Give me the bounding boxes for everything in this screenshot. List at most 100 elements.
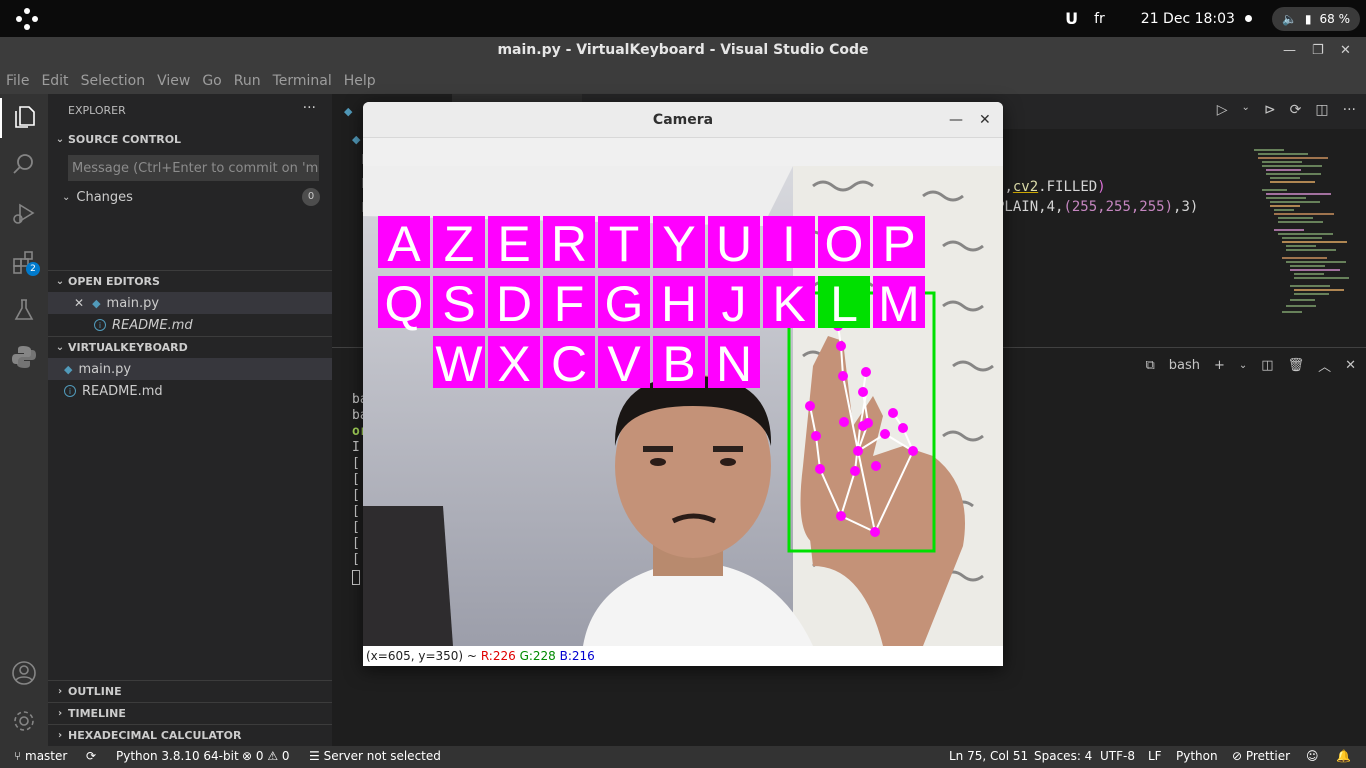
split-editor-icon[interactable]: ◫	[1315, 102, 1328, 118]
virtual-key[interactable]: I	[763, 216, 815, 272]
virtual-key[interactable]: E	[488, 216, 540, 272]
virtual-key[interactable]: B	[653, 336, 705, 392]
virtual-key[interactable]: S	[433, 276, 485, 332]
virtual-key[interactable]: D	[488, 276, 540, 332]
notifications-bell-icon[interactable]: 🔔	[1336, 749, 1351, 763]
menu-file[interactable]: File	[6, 73, 29, 89]
chevron-down-icon[interactable]: ⌄	[1239, 360, 1247, 371]
activity-bar: 2	[0, 94, 48, 746]
language-mode[interactable]: Python	[1176, 749, 1218, 763]
close-icon[interactable]: ✕	[1340, 43, 1351, 58]
manage-gear-icon[interactable]	[11, 708, 37, 734]
split-terminal-icon[interactable]: ◫	[1261, 358, 1273, 373]
virtual-key[interactable]: T	[598, 216, 650, 272]
virtual-key[interactable]: V	[598, 336, 650, 392]
menu-help[interactable]: Help	[344, 73, 376, 89]
server-status[interactable]: ☰ Server not selected	[309, 749, 441, 763]
hex-calculator-header[interactable]: › HEXADECIMAL CALCULATOR	[48, 724, 332, 746]
virtual-key-highlighted[interactable]: L	[818, 276, 870, 332]
minimize-icon[interactable]: —	[1283, 43, 1296, 58]
testing-flask-icon[interactable]	[11, 297, 37, 323]
python-icon[interactable]	[11, 344, 37, 370]
menu-selection[interactable]: Selection	[81, 73, 146, 89]
virtual-key[interactable]: O	[818, 216, 870, 272]
virtual-key[interactable]: M	[873, 276, 925, 332]
virtual-key[interactable]: Y	[653, 216, 705, 272]
virtual-key[interactable]: R	[543, 216, 595, 272]
sync-icon[interactable]: ⟳	[86, 749, 96, 763]
search-icon[interactable]	[11, 151, 37, 177]
code-line[interactable]: PLAIN,4,(255,255,255),3)	[996, 199, 1198, 215]
run-icon[interactable]: ▷	[1217, 102, 1228, 118]
keyboard-layout-indicator[interactable]: fr	[1094, 11, 1105, 27]
explorer-icon[interactable]	[11, 104, 37, 130]
menu-go[interactable]: Go	[202, 73, 221, 89]
app-grid-icon[interactable]	[16, 8, 38, 30]
virtual-key[interactable]: Q	[378, 276, 430, 332]
camera-frame[interactable]: A Z E R T Y U I O P Q S D F G H J K L M …	[363, 166, 1003, 646]
code-line[interactable]: ),cv2.FILLED)	[996, 179, 1106, 195]
virtual-key[interactable]: G	[598, 276, 650, 332]
new-terminal-icon[interactable]: +	[1214, 358, 1225, 373]
virtual-key[interactable]: A	[378, 216, 430, 272]
error-count: 0	[255, 749, 264, 763]
virtual-key[interactable]: H	[653, 276, 705, 332]
kill-terminal-icon[interactable]: 🗑	[1288, 358, 1305, 373]
menu-terminal[interactable]: Terminal	[273, 73, 332, 89]
close-editor-icon[interactable]: ✕	[74, 296, 84, 310]
ubuntu-one-icon[interactable]: U	[1065, 9, 1078, 28]
compare-icon[interactable]: ⟳	[1290, 102, 1302, 118]
virtual-key[interactable]: Z	[433, 216, 485, 272]
virtual-key[interactable]: P	[873, 216, 925, 272]
commit-message-input[interactable]	[68, 155, 319, 181]
problems-status[interactable]: ⊗ 0 ⚠ 0	[242, 749, 290, 763]
account-icon[interactable]	[11, 660, 37, 686]
more-actions-icon[interactable]: ···	[303, 100, 316, 116]
branch-status[interactable]: ⑂ master	[14, 749, 67, 763]
virtual-key[interactable]: K	[763, 276, 815, 332]
feedback-icon[interactable]: ☺	[1306, 749, 1319, 763]
date-time[interactable]: 21 Dec 18:03	[1141, 11, 1235, 27]
open-editor-item[interactable]: i README.md	[48, 314, 332, 336]
menu-run[interactable]: Run	[234, 73, 261, 89]
indentation[interactable]: Spaces: 4	[1034, 749, 1092, 763]
virtual-key[interactable]: W	[433, 336, 485, 392]
more-actions-icon[interactable]: ···	[1343, 102, 1356, 118]
open-editor-label: main.py	[106, 295, 160, 311]
virtual-key[interactable]: F	[543, 276, 595, 332]
virtual-key[interactable]: N	[708, 336, 760, 392]
maximize-icon[interactable]: ❐	[1312, 43, 1324, 58]
open-editors-header[interactable]: ⌄ OPEN EDITORS	[48, 270, 332, 292]
menu-view[interactable]: View	[157, 73, 190, 89]
cursor-position[interactable]: Ln 75, Col 51	[949, 749, 1028, 763]
encoding[interactable]: UTF-8	[1100, 749, 1135, 763]
run-cell-icon[interactable]: ⊳	[1264, 102, 1276, 118]
terminal-shell-label[interactable]: bash	[1169, 358, 1200, 373]
prettier-status[interactable]: ⊘ Prettier	[1232, 749, 1290, 763]
virtual-key[interactable]: X	[488, 336, 540, 392]
end-of-line[interactable]: LF	[1148, 749, 1162, 763]
virtual-key[interactable]: C	[543, 336, 595, 392]
minimap[interactable]	[1254, 149, 1354, 324]
file-tree-item[interactable]: ◆ main.py	[48, 358, 332, 380]
camera-window[interactable]: Camera — ✕ A Z E R T Y U I O P Q S D F G…	[363, 102, 1003, 666]
file-tree-item[interactable]: i README.md	[48, 380, 332, 402]
minimize-icon[interactable]: —	[949, 102, 963, 138]
virtual-key[interactable]: J	[708, 276, 760, 332]
system-menu[interactable]: 🔈 ▮ 68 %	[1271, 6, 1360, 31]
maximize-panel-icon[interactable]: ︿	[1318, 356, 1331, 375]
outline-header[interactable]: › OUTLINE	[48, 680, 332, 702]
source-control-header[interactable]: ⌄ SOURCE CONTROL	[48, 128, 332, 150]
virtual-key[interactable]: U	[708, 216, 760, 272]
workspace-header[interactable]: ⌄ VIRTUALKEYBOARD	[48, 336, 332, 358]
close-panel-icon[interactable]: ✕	[1345, 358, 1356, 373]
changes-group[interactable]: ⌄ Changes 0	[48, 186, 332, 208]
python-interpreter[interactable]: Python 3.8.10 64-bit	[116, 749, 239, 763]
menu-edit[interactable]: Edit	[41, 73, 68, 89]
run-debug-icon[interactable]	[11, 200, 37, 226]
git-branch-icon: ⑂	[14, 749, 26, 763]
chevron-down-icon[interactable]: ⌄	[1242, 102, 1250, 118]
open-editor-item[interactable]: ✕ ◆ main.py	[48, 292, 332, 314]
close-icon[interactable]: ✕	[979, 102, 991, 138]
timeline-header[interactable]: › TIMELINE	[48, 702, 332, 724]
